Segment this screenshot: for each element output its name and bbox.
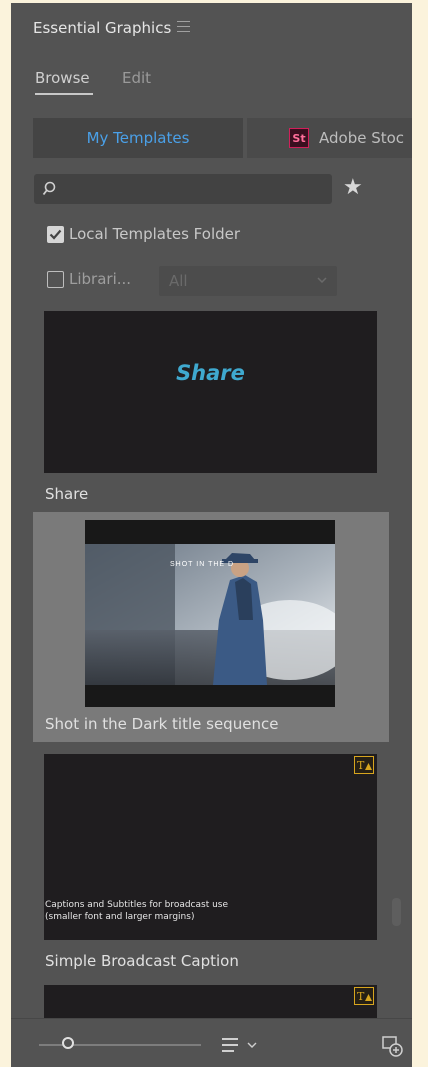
template-source-switcher: My Templates St Adobe Stoc: [33, 118, 412, 158]
search-input[interactable]: [34, 174, 332, 204]
active-tab-indicator: [35, 93, 93, 95]
template-thumbnail-simple-broadcast-caption[interactable]: T Captions and Subtitles for broadcast u…: [44, 754, 377, 940]
tab-browse[interactable]: Browse: [35, 69, 90, 87]
hamburger-menu-icon[interactable]: [177, 21, 190, 33]
missing-font-warning-icon: T: [354, 756, 374, 774]
caption-thumbnail-text: Captions and Subtitles for broadcast use…: [12, 899, 228, 923]
film-still-title: SHOT IN THE D: [170, 561, 234, 568]
libraries-dropdown-value: All: [169, 272, 188, 290]
share-thumbnail-text: Share: [176, 361, 245, 385]
template-name-simple-broadcast-caption: Simple Broadcast Caption: [45, 952, 239, 970]
libraries-label: Librari...: [69, 270, 132, 288]
chevron-down-icon: [317, 277, 327, 283]
new-item-icon[interactable]: [381, 1035, 403, 1057]
template-thumbnail-share[interactable]: Share: [44, 311, 377, 473]
adobe-stock-label: Adobe Stoc: [319, 129, 405, 147]
panel-title: Essential Graphics: [33, 19, 172, 37]
missing-font-warning-icon-2: T: [354, 987, 374, 1005]
my-templates-label: My Templates: [86, 129, 190, 147]
tab-edit[interactable]: Edit: [122, 69, 151, 87]
slider-thumb[interactable]: [62, 1037, 74, 1049]
adobe-stock-icon: St: [289, 128, 309, 148]
star-icon[interactable]: ★: [343, 175, 363, 201]
list-scrollbar[interactable]: [392, 898, 401, 926]
footer-divider: [11, 1018, 412, 1019]
my-templates-button[interactable]: My Templates: [33, 118, 243, 158]
template-name-shot-in-the-dark: Shot in the Dark title sequence: [45, 715, 279, 733]
panel-tabs: Browse Edit: [11, 61, 412, 97]
local-templates-label: Local Templates Folder: [69, 225, 241, 243]
libraries-checkbox[interactable]: [47, 271, 64, 288]
template-list: Share Share SHOT IN THE D Shot in the Da…: [11, 303, 412, 1018]
panel-header: Essential Graphics: [11, 3, 412, 53]
essential-graphics-panel: Essential Graphics Browse Edit My Templa…: [11, 3, 412, 1067]
search-icon: [42, 181, 56, 196]
adobe-stock-button[interactable]: St Adobe Stoc: [247, 118, 412, 158]
film-still-image: SHOT IN THE D: [85, 520, 335, 707]
libraries-dropdown[interactable]: All: [159, 266, 337, 296]
sort-list-icon[interactable]: [221, 1036, 261, 1054]
svg-text:T: T: [357, 990, 365, 1003]
svg-text:T: T: [357, 759, 365, 772]
caption-thumbnail-lines: Captions and Subtitles for broadcast use…: [45, 900, 229, 922]
template-thumbnail-next[interactable]: T: [44, 985, 377, 1018]
template-name-share: Share: [45, 485, 89, 503]
local-templates-checkbox[interactable]: [47, 226, 64, 243]
template-thumbnail-shot-in-the-dark[interactable]: SHOT IN THE D: [85, 520, 335, 707]
panel-footer: [11, 1023, 412, 1067]
